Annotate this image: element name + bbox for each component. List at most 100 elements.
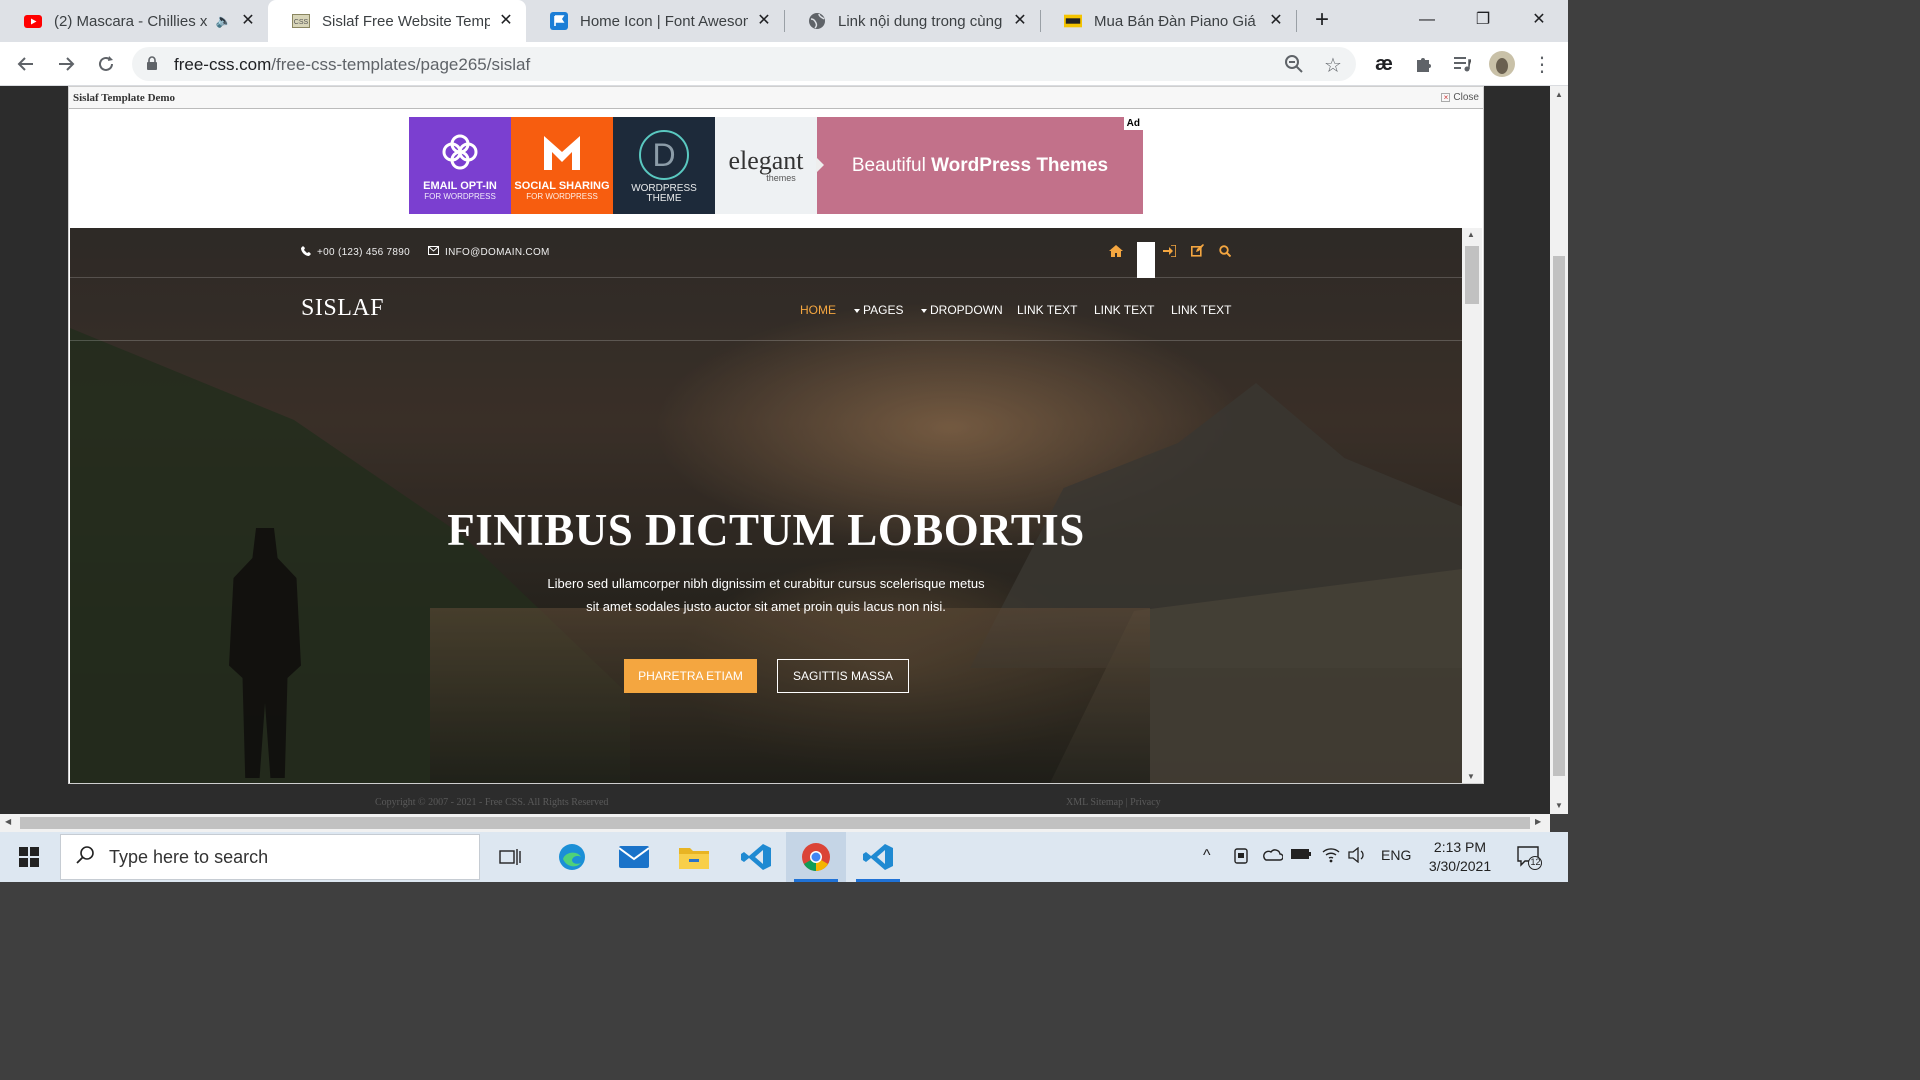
ad-banner-text[interactable]: Beautiful WordPress Themes Ad (816, 117, 1143, 214)
notification-button[interactable]: 12 (1516, 844, 1542, 873)
tab-font-awesome[interactable]: Home Icon | Font Awesome ✕ (526, 0, 784, 42)
reload-icon (99, 56, 113, 71)
ad-tile-wordpress-theme[interactable]: D WORDPRESS THEME (613, 117, 715, 214)
horizontal-scroll-thumb[interactable] (20, 817, 1530, 829)
svg-text:D: D (652, 137, 675, 173)
tab-link[interactable]: Link nội dung trong cùng 1 ✕ (784, 0, 1040, 42)
site-logo[interactable]: SISLAF (301, 295, 384, 322)
page-scrollbar[interactable]: ▲ ▼ (1550, 86, 1568, 814)
monarch-logo-icon (544, 135, 580, 170)
back-button[interactable] (12, 50, 40, 78)
demo-title: Sislaf Template Demo (73, 91, 176, 104)
window-close-button[interactable]: ✕ (1524, 6, 1554, 34)
nav-link-1[interactable]: LINK TEXT (1017, 303, 1077, 317)
edit-icon[interactable] (1191, 244, 1207, 260)
taskbar-search-box[interactable]: Type here to search (60, 834, 480, 880)
new-tab-button[interactable]: + (1310, 8, 1334, 32)
footer-links[interactable]: XML Sitemap | Privacy (1066, 797, 1161, 808)
forward-button[interactable] (52, 50, 80, 78)
ad-tile-elegant-themes[interactable]: elegant themes (715, 117, 817, 214)
extensions-puzzle-icon[interactable] (1410, 50, 1438, 78)
extension-ae-icon[interactable]: æ (1370, 50, 1398, 78)
nav-pages[interactable]: PAGES (854, 303, 903, 317)
tab-youtube[interactable]: (2) Mascara - Chillies x 🔈 ✕ (0, 0, 268, 42)
arrow-icon (816, 157, 824, 173)
close-tab-icon[interactable]: ✕ (498, 13, 514, 29)
search-icon[interactable] (1219, 244, 1235, 260)
page-footer: Copyright © 2007 - 2021 - Free CSS. All … (0, 794, 1550, 814)
sign-in-icon[interactable] (1163, 244, 1179, 260)
bookmark-star-icon[interactable]: ☆ (1324, 53, 1342, 78)
ad-tile-social-sharing[interactable]: SOCIAL SHARING FOR WORDPRESS (511, 117, 613, 214)
home-icon[interactable] (1109, 244, 1125, 260)
ad-tile-email-optin[interactable]: EMAIL OPT-IN FOR WORDPRESS (409, 117, 511, 214)
search-icon (75, 845, 95, 870)
scroll-right-icon[interactable]: ▶ (1535, 817, 1541, 826)
tab-sislaf[interactable]: CSS Sislaf Free Website Templat ✕ (268, 0, 526, 42)
zoom-icon[interactable] (1284, 54, 1304, 79)
ad-banner-strong: WordPress Themes (931, 154, 1109, 176)
profile-avatar[interactable] (1488, 50, 1516, 78)
restore-button[interactable]: ❐ (1468, 6, 1498, 34)
phone-text: +00 (123) 456 7890 (317, 247, 410, 258)
wifi-icon[interactable] (1322, 847, 1340, 866)
white-placeholder (1137, 242, 1155, 278)
battery-icon[interactable] (1290, 847, 1312, 864)
edge-icon[interactable] (542, 832, 602, 882)
task-view-icon[interactable] (480, 832, 540, 882)
menu-kebab-icon[interactable]: ⋮ (1528, 50, 1556, 78)
close-tab-icon[interactable]: ✕ (240, 13, 256, 29)
ad-tile-line1: SOCIAL SHARING (514, 179, 610, 192)
store-icon (1064, 12, 1082, 30)
windows-logo-icon (19, 847, 39, 867)
volume-icon[interactable] (1348, 846, 1366, 866)
nav-pages-label: PAGES (863, 303, 904, 317)
forward-arrow-icon (59, 57, 75, 71)
globe-icon (808, 12, 826, 30)
minimize-button[interactable]: — (1412, 6, 1442, 34)
speaker-icon[interactable]: 🔈 (216, 13, 232, 29)
nav-link-2[interactable]: LINK TEXT (1094, 303, 1154, 317)
horizontal-scrollbar[interactable]: ◀ ▶ (0, 814, 1550, 832)
mail-icon[interactable] (604, 832, 664, 882)
file-explorer-icon[interactable] (664, 832, 724, 882)
bloom-logo-icon (442, 134, 478, 169)
contact-phone[interactable]: +00 (123) 456 7890 (301, 246, 410, 259)
ad-banner[interactable]: EMAIL OPT-IN FOR WORDPRESS SOCIAL SHARIN… (409, 117, 1143, 214)
chevron-up-icon[interactable]: ^ (1203, 847, 1211, 865)
nav-link-3[interactable]: LINK TEXT (1171, 303, 1231, 317)
close-tab-icon[interactable]: ✕ (1012, 13, 1028, 29)
demo-close-button[interactable]: × Close (1441, 92, 1479, 103)
onedrive-icon[interactable] (1261, 847, 1284, 864)
frame-scrollbar[interactable]: ▲ ▼ (1462, 228, 1482, 783)
start-button[interactable] (0, 832, 58, 882)
hero-title: FINIBUS DICTUM LOBORTIS (447, 505, 1085, 555)
contact-email[interactable]: INFO@DOMAIN.COM (428, 246, 550, 258)
svg-text:CSS: CSS (294, 19, 309, 26)
nav-dropdown[interactable]: DROPDOWN (921, 303, 1003, 317)
reload-button[interactable] (92, 50, 120, 78)
sagittis-massa-button[interactable]: SAGITTIS MASSA (777, 659, 909, 693)
vscode-icon[interactable] (726, 832, 786, 882)
meet-now-icon[interactable] (1233, 847, 1249, 868)
scroll-up-icon[interactable]: ▲ (1467, 230, 1475, 239)
nav-home[interactable]: HOME (800, 303, 836, 317)
system-clock[interactable]: 2:13 PM 3/30/2021 (1418, 838, 1502, 876)
scroll-up-icon[interactable]: ▲ (1555, 90, 1563, 99)
pharetra-etiam-button[interactable]: PHARETRA ETIAM (624, 659, 757, 693)
scroll-down-icon[interactable]: ▼ (1555, 801, 1563, 810)
media-control-icon[interactable] (1448, 50, 1476, 78)
chrome-icon[interactable] (786, 832, 846, 882)
frame-scroll-thumb[interactable] (1465, 246, 1479, 304)
lock-icon[interactable] (146, 56, 158, 76)
close-tab-icon[interactable]: ✕ (756, 13, 772, 29)
page-scroll-thumb[interactable] (1553, 256, 1565, 776)
scroll-down-icon[interactable]: ▼ (1467, 772, 1475, 781)
language-indicator[interactable]: ENG (1381, 847, 1411, 863)
envelope-icon (428, 246, 439, 258)
tab-piano[interactable]: Mua Bán Đàn Piano Giá Rẻ ✕ (1040, 0, 1296, 42)
address-bar[interactable]: free-css.com/free-css-templates/page265/… (132, 47, 1356, 81)
vscode-window-icon[interactable] (848, 832, 908, 882)
close-tab-icon[interactable]: ✕ (1268, 13, 1284, 29)
scroll-left-icon[interactable]: ◀ (5, 817, 11, 826)
